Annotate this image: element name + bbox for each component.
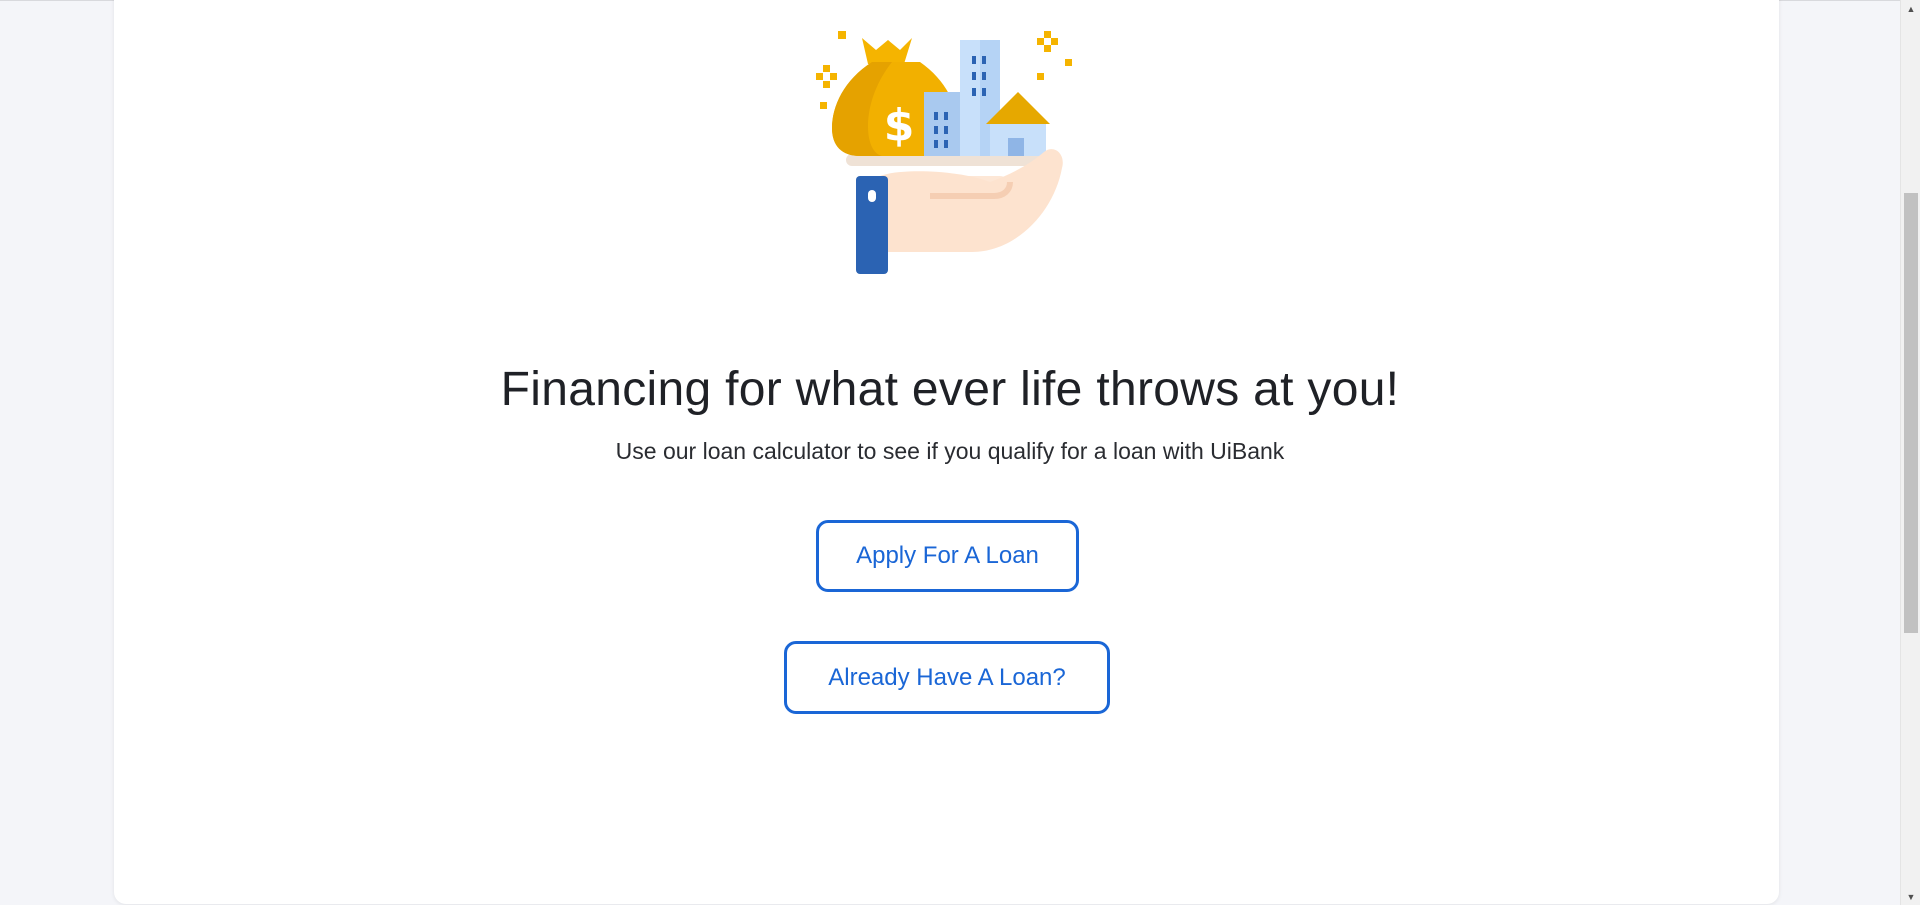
already-have-loan-button[interactable]: Already Have A Loan?	[784, 641, 1110, 714]
hand-holding-money-bag-buildings-house-icon: $	[816, 31, 1072, 274]
apply-for-loan-button[interactable]: Apply For A Loan	[816, 520, 1079, 592]
scroll-thumb[interactable]	[1904, 193, 1918, 633]
page-headline: Financing for what ever life throws at y…	[500, 363, 1400, 416]
triangle-down-icon[interactable]: ▼	[1901, 888, 1920, 905]
svg-text:$: $	[884, 100, 915, 151]
page-subtext: Use our loan calculator to see if you qu…	[615, 438, 1285, 464]
vertical-scrollbar[interactable]: ▲ ▼	[1900, 0, 1920, 905]
page-viewport: $ Financing for what ever life throws at…	[0, 0, 1900, 905]
triangle-up-icon[interactable]: ▲	[1901, 0, 1920, 17]
